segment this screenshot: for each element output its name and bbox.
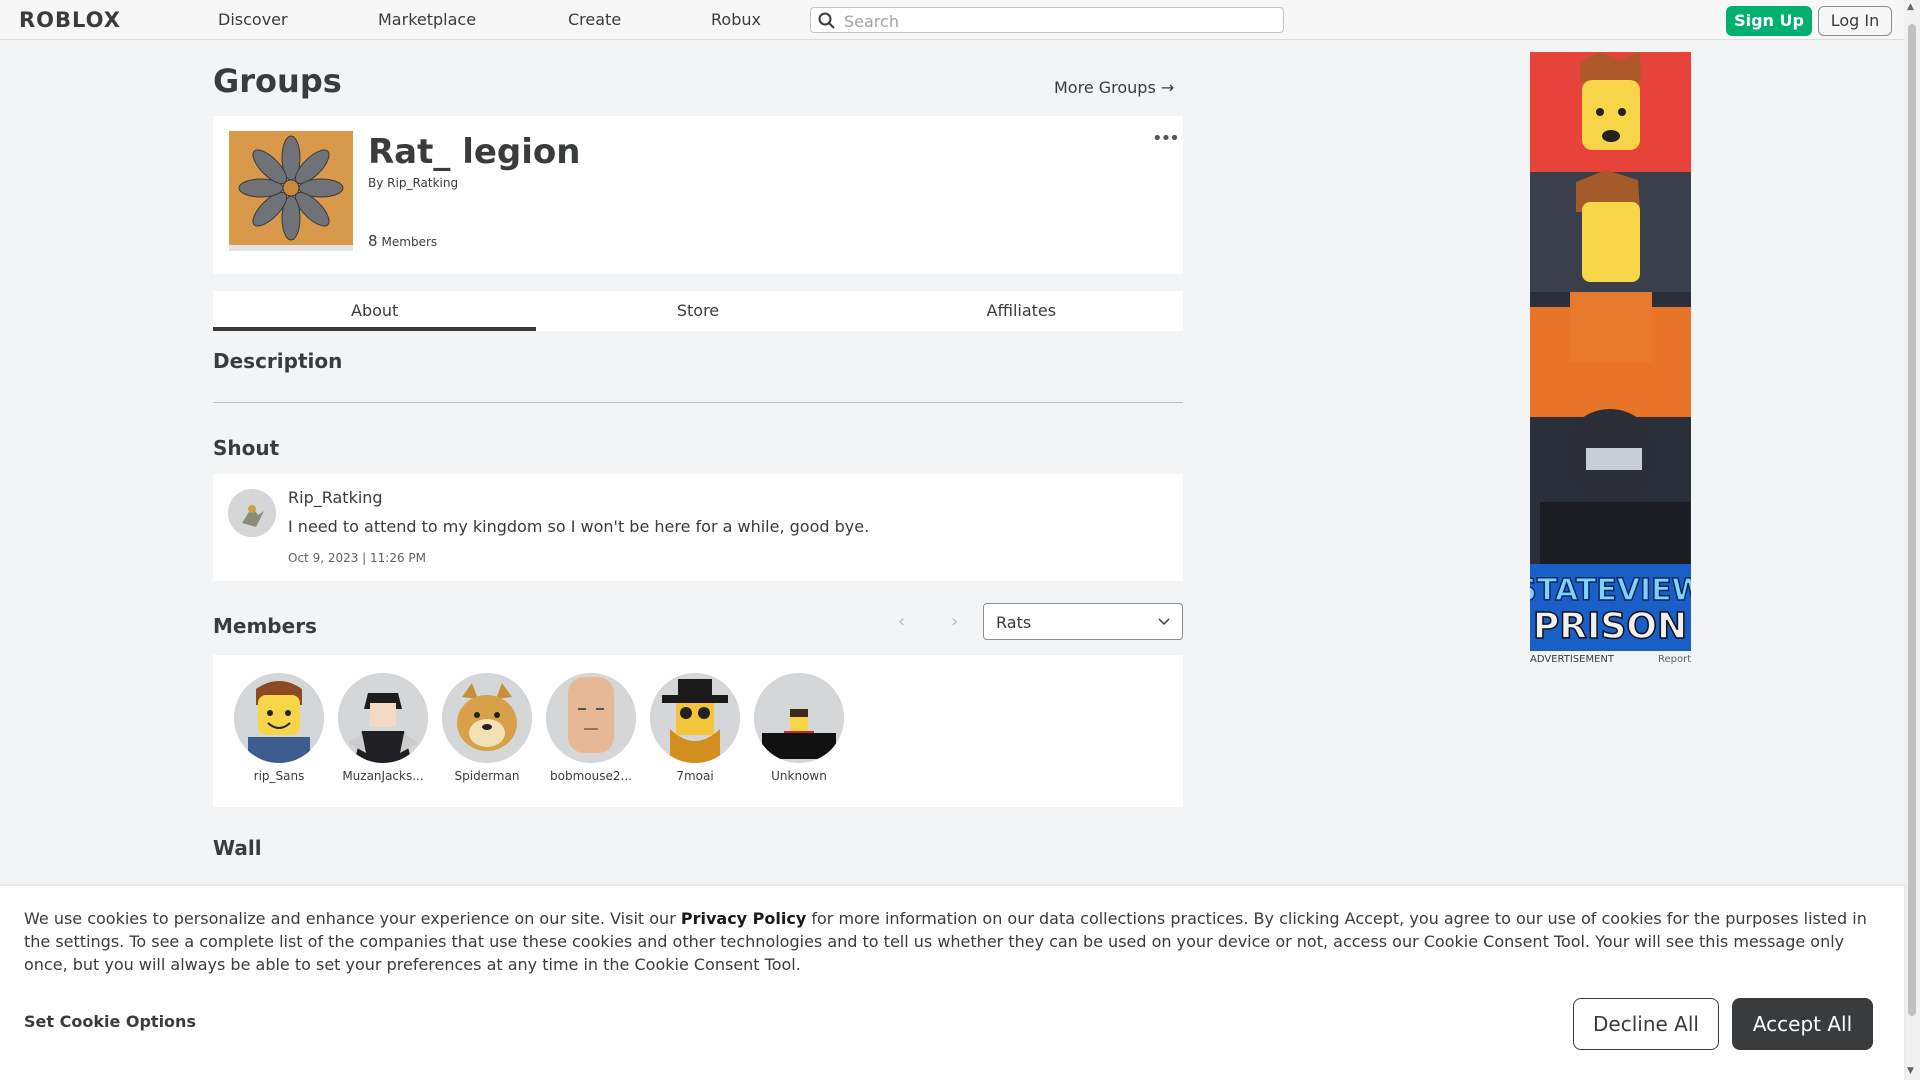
member-name[interactable]: bobmouse2... [543,769,639,783]
decline-all-button[interactable]: Decline All [1573,998,1719,1050]
member-avatar[interactable] [546,673,636,763]
set-cookie-options-link[interactable]: Set Cookie Options [24,1012,196,1031]
shout-username[interactable]: Rip_Ratking [288,488,383,507]
role-selected-value: Rats [996,613,1032,632]
group-name: Rat_ legion [368,132,581,172]
group-tabs: About Store Affiliates [213,291,1183,331]
chevron-right-icon[interactable]: › [951,611,958,632]
tab-affiliates[interactable]: Affiliates [860,291,1183,331]
scroll-thumb[interactable] [1908,24,1916,1016]
scroll-up-icon[interactable]: ▲ [1907,2,1914,12]
member-name[interactable]: 7moai [647,769,743,783]
group-emblem-image [229,131,353,251]
shout-timestamp: Oct 9, 2023 | 11:26 PM [288,551,427,565]
member-item[interactable]: bobmouse2... [543,673,639,783]
wall-heading: Wall [213,836,262,860]
scroll-down-icon[interactable]: ▼ [1907,1066,1914,1076]
member-avatar[interactable] [234,673,324,763]
member-avatar[interactable] [442,673,532,763]
members-card: rip_Sans MuzanJacks... Spiderman bobmous… [213,655,1183,807]
member-count-label: Members [381,235,438,249]
member-avatar[interactable] [338,673,428,763]
group-owner-link[interactable]: Rip_Ratking [387,176,458,190]
advertisement-label: ADVERTISEMENT [1530,654,1615,665]
chevron-down-icon [1158,618,1170,626]
description-divider [213,402,1183,403]
svg-text:STATEVIEW: STATEVIEW [1530,573,1691,608]
member-item[interactable]: Spiderman [439,673,535,783]
member-count-value: 8 [368,232,378,250]
page-title: Groups [213,62,342,100]
member-name[interactable]: Spiderman [439,769,535,783]
more-options-icon[interactable]: ••• [1152,128,1180,149]
shout-heading: Shout [213,436,280,460]
nav-discover[interactable]: Discover [218,10,288,29]
member-name[interactable]: rip_Sans [231,769,327,783]
member-name[interactable]: MuzanJacks... [335,769,431,783]
shout-card: Rip_Ratking I need to attend to my kingd… [213,474,1183,581]
member-item[interactable]: MuzanJacks... [335,673,431,783]
nav-marketplace[interactable]: Marketplace [378,10,476,29]
member-item[interactable]: 7moai [647,673,743,783]
page-scrollbar[interactable]: ▲ ▼ [1904,0,1920,1080]
search-icon [818,12,835,29]
group-owner-line: By Rip_Ratking [368,176,458,190]
members-heading: Members [213,614,317,638]
log-in-button[interactable]: Log In [1818,6,1892,36]
member-item[interactable]: Unknown [751,673,847,783]
search-placeholder: Search [844,12,899,31]
accept-all-button[interactable]: Accept All [1732,998,1873,1050]
group-member-count: 8 Members [368,232,437,250]
report-ad-link[interactable]: Report [1658,654,1691,665]
member-avatar[interactable] [754,673,844,763]
tab-about[interactable]: About [213,291,537,331]
advertisement-banner[interactable]: STATEVIEW PRISON [1530,52,1691,651]
svg-text:PRISON: PRISON [1533,606,1687,647]
nav-create[interactable]: Create [568,10,621,29]
roblox-logo[interactable]: ROBLOX [19,8,121,32]
tab-store[interactable]: Store [536,291,859,331]
group-header-card: Rat_ legion By Rip_Ratking 8 Members ••• [213,116,1183,274]
member-avatar[interactable] [650,673,740,763]
shout-user-avatar[interactable] [228,489,276,537]
cookie-text-before: We use cookies to personalize and enhanc… [24,909,681,928]
search-input[interactable]: Search [810,7,1284,33]
group-by-prefix: By [368,176,384,190]
member-name[interactable]: Unknown [751,769,847,783]
sign-up-button[interactable]: Sign Up [1726,6,1812,36]
cookie-message: We use cookies to personalize and enhanc… [24,907,1884,976]
more-groups-link[interactable]: More Groups → [1054,78,1174,97]
description-heading: Description [213,349,343,373]
chevron-left-icon[interactable]: ‹ [898,611,905,632]
cookie-consent-banner: We use cookies to personalize and enhanc… [0,886,1904,1080]
role-dropdown[interactable]: Rats [983,603,1183,640]
member-item[interactable]: rip_Sans [231,673,327,783]
nav-robux[interactable]: Robux [711,10,761,29]
privacy-policy-link[interactable]: Privacy Policy [681,909,806,928]
shout-message: I need to attend to my kingdom so I won'… [288,517,870,536]
top-navigation-bar: ROBLOX Discover Marketplace Create Robux… [0,0,1904,40]
